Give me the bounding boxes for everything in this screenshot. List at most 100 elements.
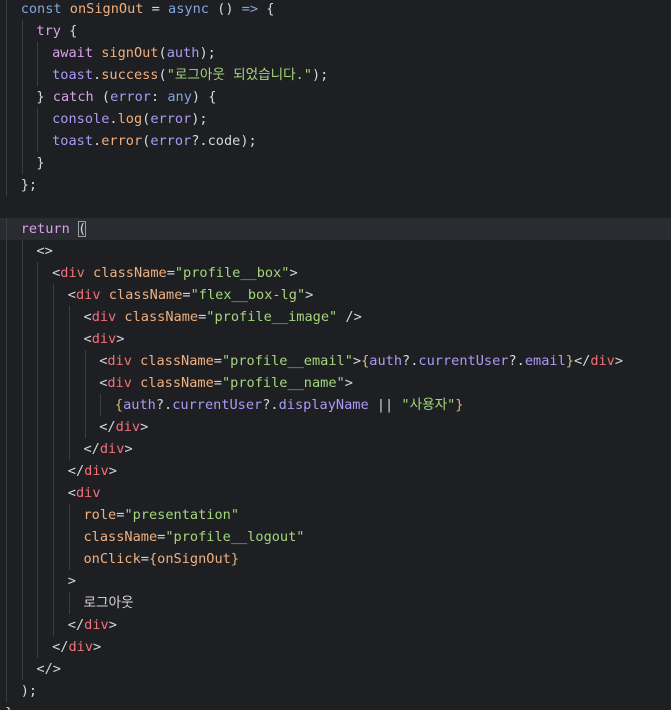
code-line[interactable]: </> — [0, 658, 671, 680]
code-text: onClick={onSignOut} — [84, 548, 240, 570]
code-line[interactable]: ); — [0, 680, 671, 702]
code-line[interactable]: <> — [0, 240, 671, 262]
indent-guide — [68, 350, 70, 372]
code-line[interactable]: <div — [0, 482, 671, 504]
code-token: div — [91, 331, 117, 347]
code-line[interactable]: <div className="profile__name"> — [0, 372, 671, 394]
indent-guide — [53, 614, 55, 636]
code-line[interactable]: </div> — [0, 416, 671, 438]
indent-guide — [21, 306, 23, 328]
code-line[interactable]: } catch (error: any) { — [0, 86, 671, 108]
indent-guide — [37, 394, 39, 416]
code-line[interactable]: console.log(error); — [0, 108, 671, 130]
code-line[interactable]: <div className="flex__box-lg"> — [0, 284, 671, 306]
code-text: console.log(error); — [52, 108, 208, 130]
code-line[interactable]: {auth?.currentUser?.displayName || "사용자"… — [0, 394, 671, 416]
code-line[interactable]: <div className="profile__image" /> — [0, 306, 671, 328]
code-token: = — [213, 375, 222, 391]
code-token: } — [230, 551, 240, 567]
code-text: return ( — [21, 218, 87, 240]
code-text: ); — [21, 680, 37, 702]
indent-guide — [21, 636, 23, 658]
code-line[interactable]: <div> — [0, 328, 671, 350]
indent-guide — [37, 350, 39, 372]
code-token: </ — [83, 441, 100, 457]
code-line[interactable]: </div> — [0, 614, 671, 636]
code-line[interactable]: } — [0, 702, 671, 710]
code-line[interactable]: toast.success("로그아웃 되었습니다."); — [0, 64, 671, 86]
code-line[interactable]: role="presentation" — [0, 504, 671, 526]
code-token: div — [84, 463, 109, 479]
code-line[interactable]: </div> — [0, 438, 671, 460]
indent-guide — [6, 240, 7, 262]
code-token: > — [352, 353, 362, 369]
code-token: className — [131, 375, 214, 391]
indent-guide — [21, 504, 23, 526]
code-token: > — [108, 463, 117, 479]
indent-guide — [37, 636, 39, 658]
code-line[interactable]: } — [0, 152, 671, 174]
indent-guide — [21, 526, 23, 548]
code-line[interactable]: className="profile__logout" — [0, 526, 671, 548]
code-text: toast.success("로그아웃 되었습니다."); — [52, 64, 328, 86]
code-token: </ — [67, 617, 85, 633]
code-line[interactable]: </div> — [0, 636, 671, 658]
indent-guide — [21, 482, 23, 504]
code-token: > — [305, 287, 314, 303]
indent-guide — [68, 416, 70, 438]
code-editor[interactable]: const onSignOut = async () => {try {awai… — [0, 0, 671, 710]
code-token: signOut — [101, 45, 159, 61]
code-line[interactable]: > — [0, 570, 671, 592]
code-token: error — [110, 89, 151, 105]
code-text: const onSignOut = async () => { — [21, 0, 275, 20]
indent-guide — [37, 64, 39, 86]
code-line[interactable]: <div className="profile__box"> — [0, 262, 671, 284]
code-line[interactable]: }; — [0, 174, 671, 196]
indent-guide — [6, 460, 7, 482]
code-text: <div> — [84, 328, 125, 350]
indent-guide — [68, 306, 70, 328]
code-line[interactable]: const onSignOut = async () => { — [0, 0, 671, 20]
indent-guide — [53, 438, 55, 460]
indent-guide — [6, 372, 7, 394]
code-token: try — [36, 23, 61, 39]
code-line[interactable]: toast.error(error?.code); — [0, 130, 671, 152]
code-line[interactable]: </div> — [0, 460, 671, 482]
indent-guide — [37, 482, 39, 504]
code-line[interactable]: 로그아웃 — [0, 592, 671, 614]
code-token: < — [67, 287, 76, 303]
code-token: /> — [337, 309, 362, 325]
code-token: { — [60, 23, 78, 39]
code-text: <> — [36, 240, 52, 262]
code-token: any — [167, 89, 192, 105]
code-token: success — [101, 67, 159, 83]
code-line[interactable]: try { — [0, 20, 671, 42]
code-token: ?. — [508, 353, 525, 369]
code-token: div — [75, 485, 101, 501]
code-token: <> — [36, 243, 53, 259]
indent-guide — [21, 460, 23, 482]
code-line[interactable]: return ( — [0, 218, 671, 240]
code-token: > — [116, 331, 125, 347]
code-text: </div> — [68, 614, 117, 636]
indent-guide — [68, 394, 70, 416]
code-token: className — [83, 529, 158, 545]
code-token: "flex__box-lg" — [190, 287, 306, 303]
indent-guide — [21, 20, 23, 42]
indent-guide — [6, 0, 7, 20]
code-token: } — [5, 705, 13, 710]
code-line[interactable]: <div className="profile__email">{auth?.c… — [0, 350, 671, 372]
code-line[interactable]: onClick={onSignOut} — [0, 548, 671, 570]
indent-guide — [53, 548, 55, 570]
code-token: </> — [36, 661, 61, 677]
code-token: catch — [52, 89, 94, 105]
code-token: . — [93, 133, 102, 149]
code-line[interactable]: await signOut(auth); — [0, 42, 671, 64]
indent-guide — [6, 680, 7, 702]
indent-guide — [53, 416, 55, 438]
code-token: } — [36, 155, 45, 171]
indent-guide — [6, 636, 7, 658]
indent-guide — [84, 350, 86, 372]
code-line[interactable] — [0, 196, 671, 218]
code-token: onSignOut — [69, 1, 144, 17]
